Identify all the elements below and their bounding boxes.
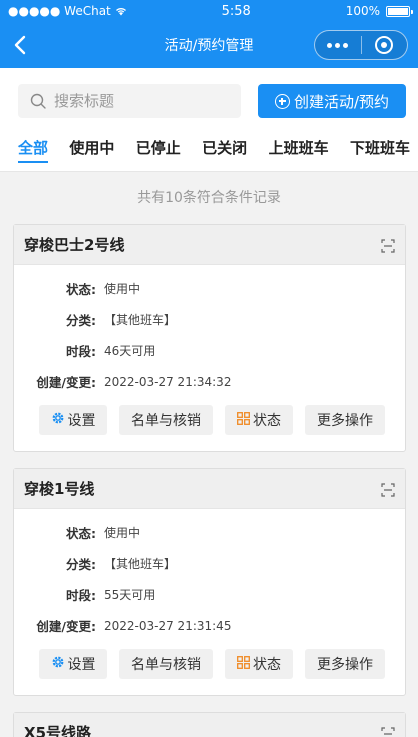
search-input[interactable]: [54, 92, 214, 110]
create-activity-button[interactable]: 创建活动/预约: [258, 84, 406, 118]
grid-icon: [237, 655, 250, 673]
close-mini-program-button[interactable]: [362, 31, 408, 59]
status-label: 状态:: [66, 282, 96, 297]
more-menu-button[interactable]: [315, 31, 361, 59]
card-body: 状态: 使用中分类: 【其他班车】时段: 55天可用创建/变更: 2022-03-27 …: [14, 509, 405, 695]
status-button[interactable]: 状态: [225, 649, 293, 679]
card-list: 穿梭巴士2号线 状态: 使用中 分类: 【其他班车】 时段: 46天可用 创建/变更: 2022…: [0, 224, 418, 737]
settings-label: 设置: [67, 657, 96, 673]
settings-button[interactable]: 设置: [39, 649, 107, 679]
created-value: 2022-03-27 21:34:32: [104, 374, 232, 389]
period-row: 时段: 46天可用: [14, 335, 405, 366]
status-bar: ●●●●● WeChat 5:58 100%: [0, 0, 418, 22]
chevron-left-icon: [14, 35, 26, 55]
more-actions-label: 更多操作: [317, 413, 373, 429]
settings-label: 设置: [67, 413, 96, 429]
tab-1[interactable]: 使用中: [69, 124, 114, 171]
more-actions-label: 更多操作: [317, 657, 373, 673]
tab-0[interactable]: 全部: [18, 124, 49, 171]
battery-percent: 100%: [345, 4, 380, 18]
category-label: 分类:: [66, 313, 96, 328]
dot-icon: [343, 42, 349, 48]
activity-card: X5号线路: [13, 712, 406, 737]
period-label: 时段:: [66, 588, 96, 603]
mini-program-capsule: [314, 30, 408, 60]
plus-circle-icon: [274, 93, 290, 109]
created-label: 创建/变更:: [36, 375, 96, 390]
roster-label: 名单与核销: [131, 657, 201, 673]
top-area: 创建活动/预约 全部使用中已停止已关闭上班班车下班班车: [0, 68, 418, 172]
card-body: 状态: 使用中分类: 【其他班车】时段: 46天可用创建/变更: 2022-03-27 …: [14, 265, 405, 451]
card-actions: 设置 名单与核销 状态 更多操作: [14, 405, 405, 435]
tab-3[interactable]: 已关闭: [202, 124, 247, 171]
status-carrier: ●●●●● WeChat: [8, 4, 127, 18]
dot-icon: [327, 42, 333, 48]
period-value: 46天可用: [104, 344, 156, 358]
expand-icon[interactable]: [381, 482, 395, 497]
more-actions-button[interactable]: 更多操作: [305, 405, 385, 435]
back-button[interactable]: [0, 22, 40, 68]
category-value: 【其他班车】: [104, 313, 177, 327]
status-value: 使用中: [104, 526, 141, 540]
tab-4[interactable]: 上班班车: [269, 124, 329, 171]
status-value: 使用中: [104, 282, 141, 296]
card-actions: 设置 名单与核销 状态 更多操作: [14, 649, 405, 679]
search-row: 创建活动/预约: [0, 68, 418, 124]
status-battery-area: 100%: [345, 4, 413, 18]
category-row: 分类: 【其他班车】: [14, 304, 405, 335]
search-icon: [30, 93, 46, 109]
category-row: 分类: 【其他班车】: [14, 548, 405, 579]
gear-icon: [51, 655, 65, 673]
card-title: 穿梭1号线: [24, 480, 95, 498]
created-label: 创建/变更:: [36, 619, 96, 634]
expand-icon[interactable]: [381, 238, 395, 253]
status-time: 5:58: [221, 3, 251, 19]
carrier-label: ●●●●● WeChat: [8, 4, 111, 18]
card-title: X5号线路: [24, 724, 92, 737]
card-header[interactable]: X5号线路: [14, 713, 405, 737]
card-title: 穿梭巴士2号线: [24, 236, 125, 254]
category-label: 分类:: [66, 557, 96, 572]
filter-tabs: 全部 使用中 已停止 已关闭 上班班车 下班班车: [0, 124, 418, 172]
target-icon: [375, 36, 394, 54]
roster-label: 名单与核销: [131, 413, 201, 429]
gear-icon: [51, 411, 65, 429]
tab-5[interactable]: 下班班车: [350, 124, 410, 171]
period-value: 55天可用: [104, 588, 156, 602]
period-row: 时段: 55天可用: [14, 579, 405, 610]
result-summary: 共有10条符合条件记录: [137, 190, 281, 206]
grid-icon: [237, 411, 250, 429]
card-header[interactable]: 穿梭巴士2号线: [14, 225, 405, 265]
roster-verify-button[interactable]: 名单与核销: [119, 649, 213, 679]
activity-card: 穿梭1号线状态: 使用中分类: 【其他班车】时段: 55天可用创建/变更: 2022-0…: [13, 468, 406, 696]
status-row: 状态: 使用中: [14, 517, 405, 548]
create-activity-label: 创建活动/预约: [293, 92, 390, 111]
activity-card: 穿梭巴士2号线状态: 使用中分类: 【其他班车】时段: 46天可用创建/变更: 2022…: [13, 224, 406, 452]
status-row: 状态: 使用中: [14, 273, 405, 304]
created-row: 创建/变更: 2022-03-27 21:31:45: [14, 610, 405, 641]
battery-icon: [386, 5, 413, 17]
period-label: 时段:: [66, 344, 96, 359]
search-box[interactable]: [18, 84, 241, 118]
card-header[interactable]: 穿梭1号线: [14, 469, 405, 509]
status-button-label: 状态: [253, 657, 281, 673]
settings-button[interactable]: 设置: [39, 405, 107, 435]
status-button-label: 状态: [253, 413, 281, 429]
category-value: 【其他班车】: [104, 557, 177, 571]
nav-bar: 活动/预约管理: [0, 22, 418, 68]
dot-icon: [335, 42, 341, 48]
status-label: 状态:: [66, 526, 96, 541]
status-button[interactable]: 状态: [225, 405, 293, 435]
wifi-icon: [115, 8, 126, 16]
roster-verify-button[interactable]: 名单与核销: [119, 405, 213, 435]
more-actions-button[interactable]: 更多操作: [305, 649, 385, 679]
created-row: 创建/变更: 2022-03-27 21:34:32: [14, 366, 405, 397]
expand-icon[interactable]: [381, 726, 395, 737]
tab-2[interactable]: 已停止: [136, 124, 181, 171]
created-value: 2022-03-27 21:31:45: [104, 618, 232, 633]
